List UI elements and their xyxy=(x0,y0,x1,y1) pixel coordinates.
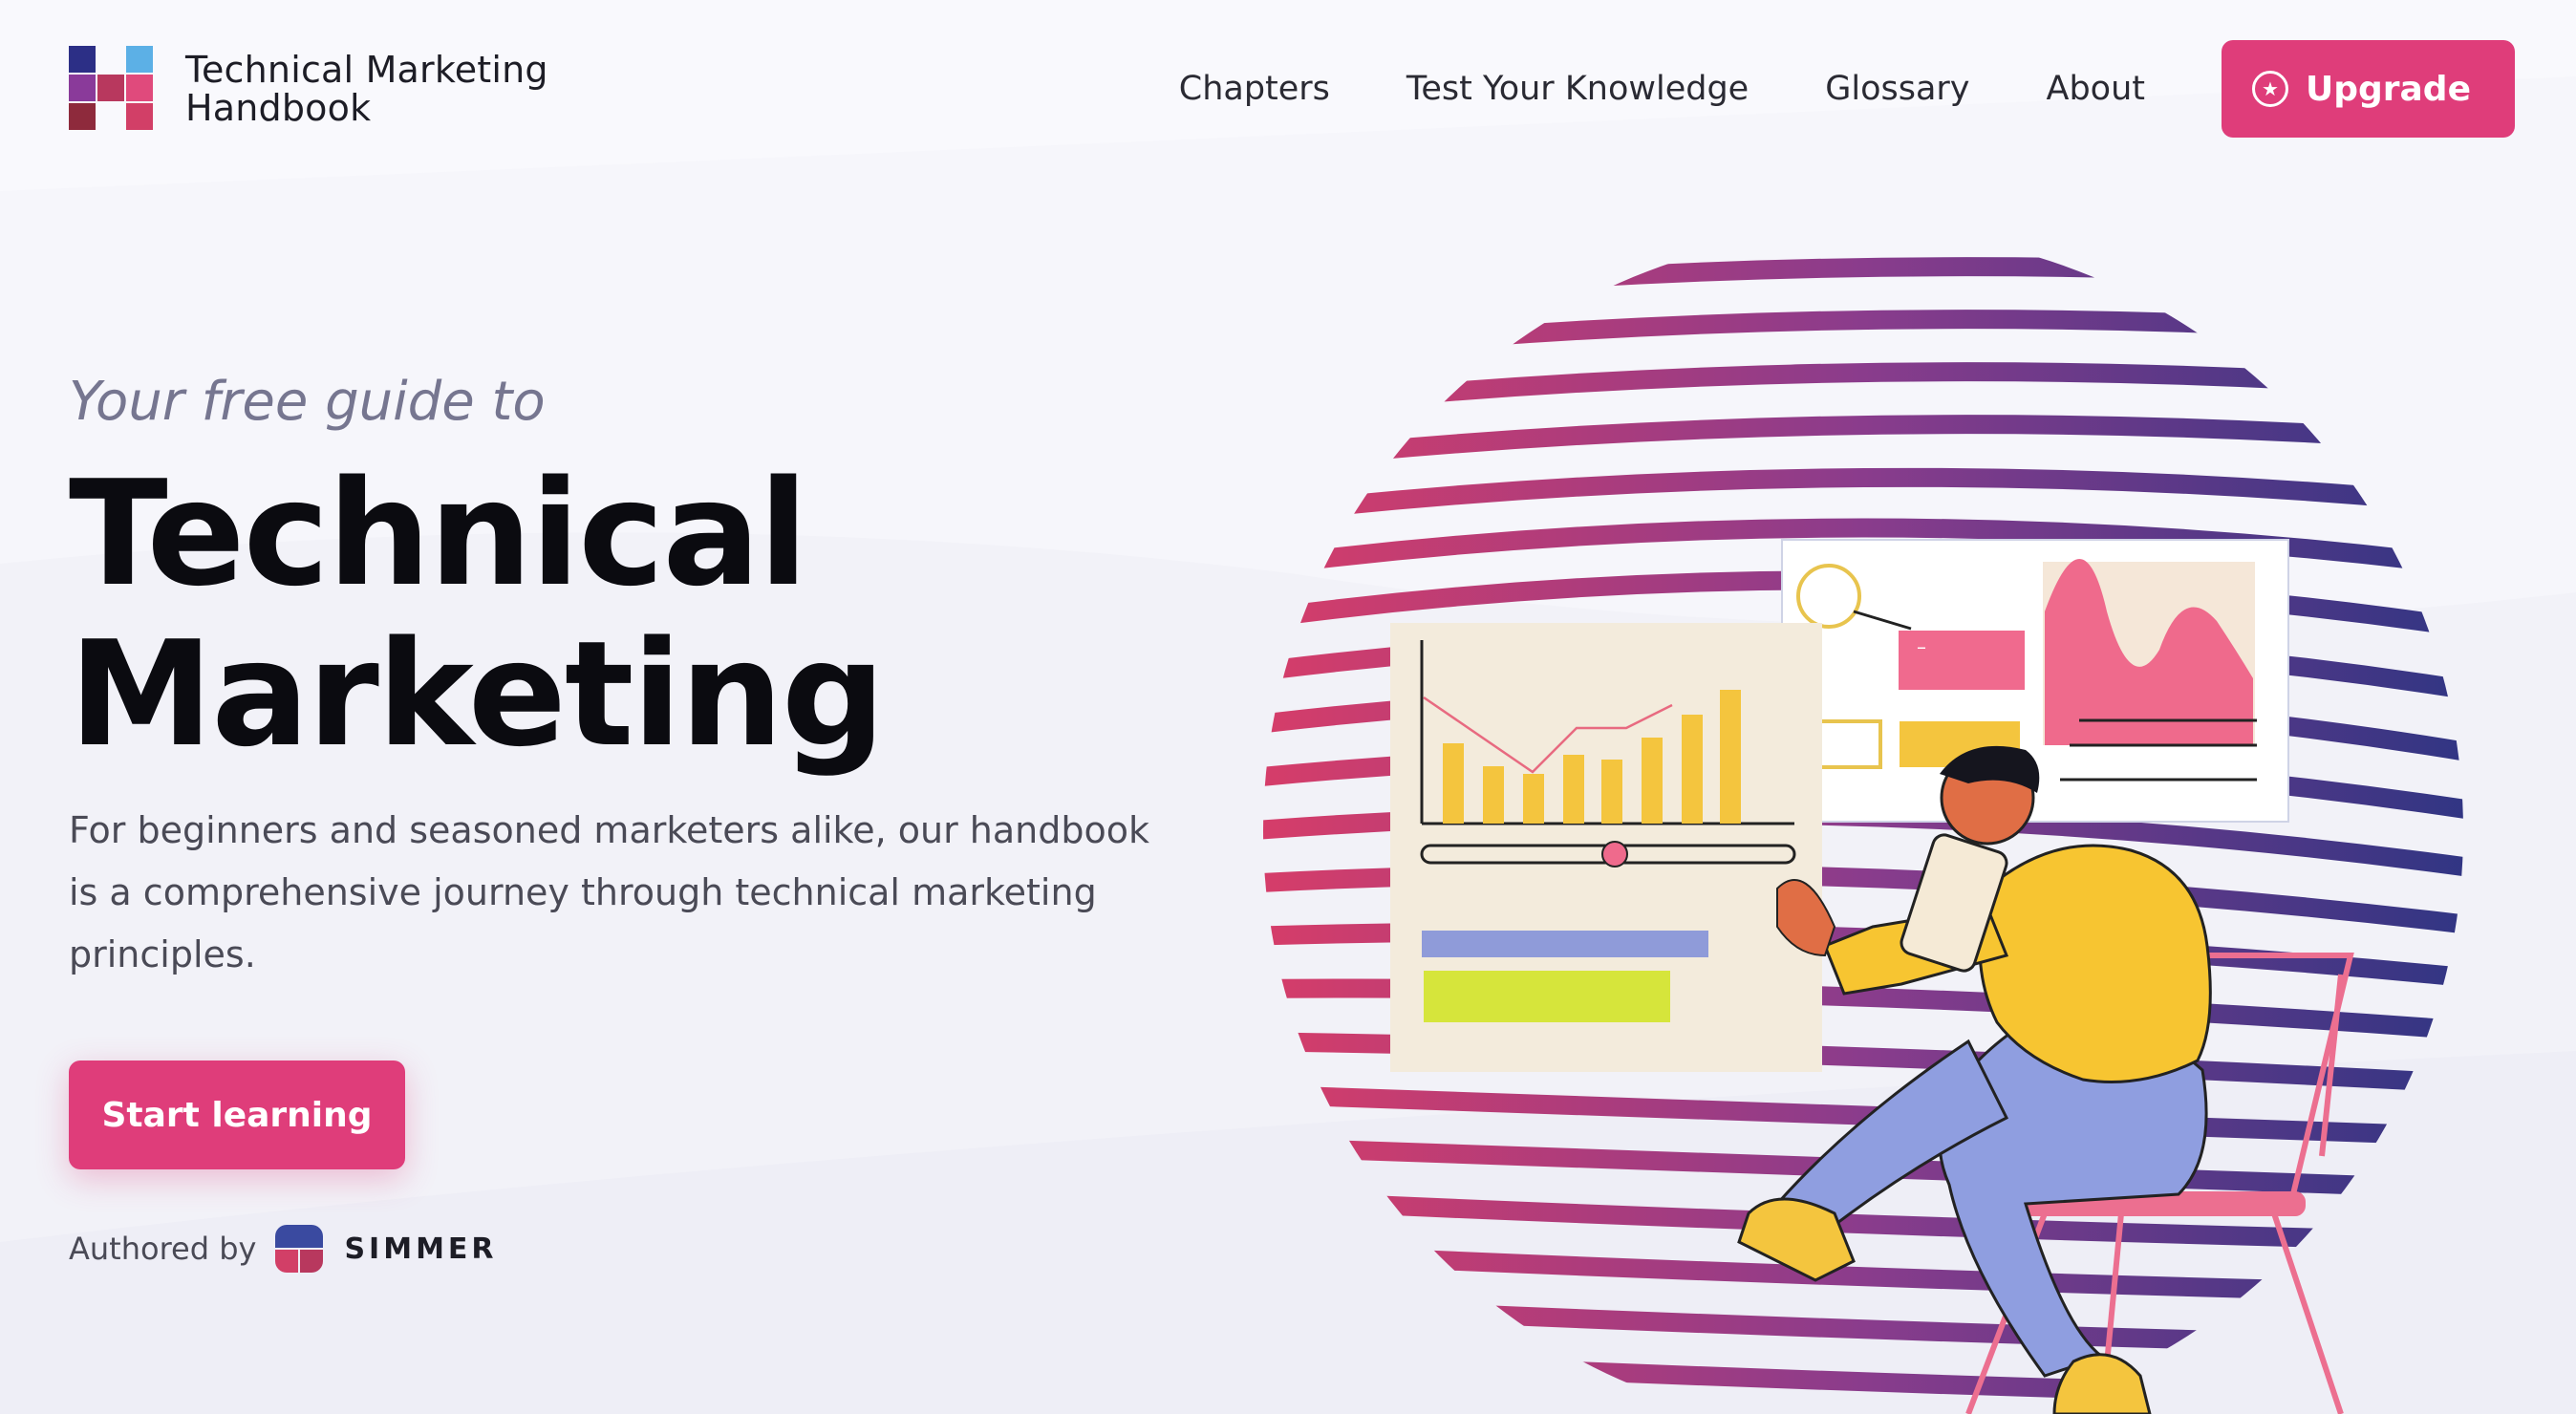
nav-chapters[interactable]: Chapters xyxy=(1179,70,1330,108)
main-nav: Chapters Test Your Knowledge Glossary Ab… xyxy=(1179,40,2515,138)
star-circle-icon: ★ xyxy=(2251,71,2288,107)
author-name[interactable]: SIMMER xyxy=(344,1232,497,1266)
hero-title-line2: Marketing xyxy=(69,610,886,779)
authored-by-label: Authored by xyxy=(69,1231,257,1267)
start-learning-button[interactable]: Start learning xyxy=(69,1060,405,1169)
hero-title: Technical Marketing xyxy=(69,454,1196,775)
logo-text-line1: Technical Marketing xyxy=(185,49,548,91)
nav-glossary[interactable]: Glossary xyxy=(1825,70,1969,108)
nav-about[interactable]: About xyxy=(2047,70,2145,108)
hero-description: For beginners and seasoned marketers ali… xyxy=(69,809,1149,975)
chart-card xyxy=(1390,623,1822,1072)
dashboard-minus: – xyxy=(1917,635,1926,658)
simmer-logo-icon[interactable] xyxy=(275,1225,324,1273)
logo-text: Technical Marketing Handbook xyxy=(185,51,548,127)
hero-section: Your free guide to Technical Marketing F… xyxy=(69,371,1196,1273)
author-credit: Authored by SIMMER xyxy=(69,1225,1196,1273)
hero-tagline: Your free guide to xyxy=(69,371,546,433)
hero-illustration: – xyxy=(1263,231,2463,1414)
upgrade-label: Upgrade xyxy=(2305,69,2471,109)
hero-title-line1: Technical xyxy=(69,449,808,618)
logo-mark-icon xyxy=(69,46,157,132)
site-logo[interactable]: Technical Marketing Handbook xyxy=(69,46,548,132)
logo-text-line2: Handbook xyxy=(185,87,372,129)
upgrade-button[interactable]: ★ Upgrade xyxy=(2221,40,2515,138)
nav-test-your-knowledge[interactable]: Test Your Knowledge xyxy=(1406,70,1749,108)
